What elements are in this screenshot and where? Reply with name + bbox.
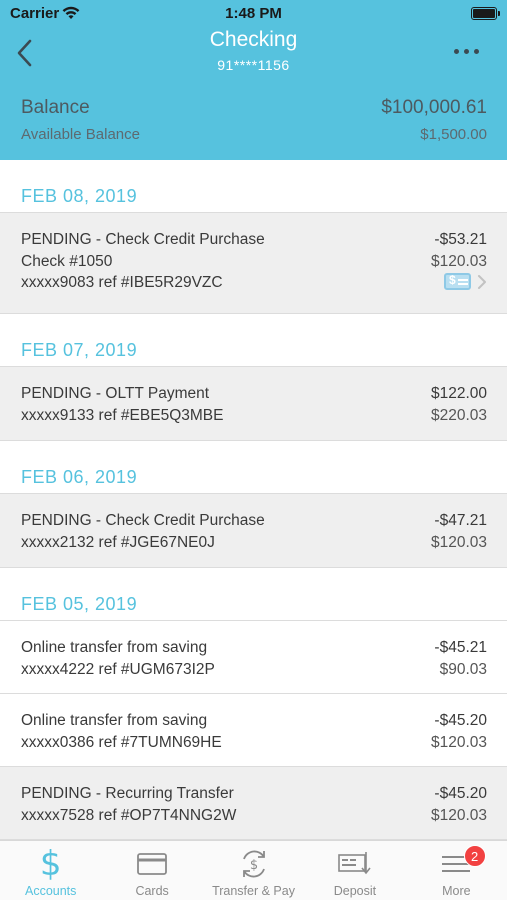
transfer-icon: $ (237, 847, 271, 881)
battery-icon (471, 7, 500, 20)
transaction-row[interactable]: PENDING - Check Credit Purchase -$53.21 … (0, 213, 507, 314)
transaction-amount: -$45.20 (434, 712, 487, 729)
running-balance: $120.03 (430, 806, 487, 824)
clock: 1:48 PM (225, 5, 282, 22)
transaction-reference: xxxxx4222 ref #UGM673I2P (21, 660, 215, 678)
tab-accounts[interactable]: $ Accounts (0, 841, 101, 900)
running-balance: $90.03 (439, 660, 487, 678)
status-bar: Carrier 1:48 PM (0, 0, 507, 28)
tab-cards[interactable]: Cards (101, 841, 202, 900)
tab-label: Transfer & Pay (212, 884, 295, 898)
transaction-description: PENDING - Check Credit Purchase (21, 231, 265, 248)
tab-more[interactable]: 2 More (406, 841, 507, 900)
transaction-reference: xxxxx9083 ref #IBE5R29VZC (21, 274, 223, 291)
tab-label: More (442, 884, 471, 898)
dot-icon (473, 48, 479, 54)
svg-text:$: $ (249, 858, 257, 873)
available-balance-label: Available Balance (21, 126, 140, 143)
transaction-reference: xxxxx0386 ref #7TUMN69HE (21, 733, 222, 751)
dollar-icon: $ (39, 844, 62, 884)
account-number: 91****1156 (217, 57, 290, 73)
running-balance: $120.03 (430, 533, 487, 551)
transaction-row[interactable]: PENDING - Recurring Transfer -$45.20 xxx… (0, 767, 507, 840)
page-title: Checking (209, 28, 298, 51)
tab-transfer-pay[interactable]: $ Transfer & Pay (203, 841, 304, 900)
check-image-icon[interactable] (444, 273, 471, 290)
transaction-list[interactable]: FEB 08, 2019 PENDING - Check Credit Purc… (0, 160, 507, 840)
transaction-amount: -$45.21 (434, 639, 487, 656)
dot-icon (453, 48, 459, 54)
transaction-reference: xxxxx9133 ref #EBE5Q3MBE (21, 406, 224, 424)
running-balance: $120.03 (430, 252, 487, 270)
date-header: FEB 06, 2019 (0, 441, 507, 494)
notification-badge: 2 (463, 845, 486, 867)
transaction-reference: xxxxx7528 ref #OP7T4NNG2W (21, 806, 237, 824)
transaction-description: PENDING - Recurring Transfer (21, 785, 234, 802)
transaction-row[interactable]: PENDING - Check Credit Purchase -$47.21 … (0, 494, 507, 568)
transaction-amount: -$53.21 (434, 231, 487, 248)
transaction-row[interactable]: Online transfer from saving -$45.21 xxxx… (0, 621, 507, 694)
transaction-reference: xxxxx2132 ref #JGE67NE0J (21, 533, 215, 551)
transaction-amount: -$47.21 (434, 512, 487, 529)
running-balance: $220.03 (430, 406, 487, 424)
transaction-amount: -$45.20 (434, 785, 487, 802)
deposit-check-icon (338, 847, 372, 881)
date-header: FEB 07, 2019 (0, 314, 507, 367)
balance-label: Balance (21, 97, 90, 118)
chevron-right-icon (478, 274, 486, 289)
transaction-description: Online transfer from saving (21, 639, 208, 656)
balance-value: $100,000.61 (381, 97, 487, 118)
transaction-description: PENDING - Check Credit Purchase (21, 512, 265, 529)
transaction-row[interactable]: Online transfer from saving -$45.20 xxxx… (0, 694, 507, 767)
tab-label: Deposit (333, 884, 377, 898)
dot-icon (463, 48, 469, 54)
available-balance-value: $1,500.00 (420, 126, 487, 143)
credit-card-icon (137, 847, 168, 881)
tab-deposit[interactable]: Deposit (304, 841, 405, 900)
tab-bar: $ Accounts Cards $ Transfer & Pay Deposi… (0, 840, 507, 900)
tab-label: Accounts (24, 884, 77, 898)
running-balance: $120.03 (430, 733, 487, 751)
check-number: Check #1050 (21, 252, 113, 270)
transaction-description: Online transfer from saving (21, 712, 208, 729)
date-header: FEB 08, 2019 (0, 160, 507, 213)
transaction-description: PENDING - OLTT Payment (21, 385, 210, 402)
transaction-amount: $122.00 (430, 385, 487, 402)
transaction-row[interactable]: PENDING - OLTT Payment $122.00 xxxxx9133… (0, 367, 507, 441)
more-options-button[interactable] (451, 44, 481, 58)
tab-label: Cards (135, 884, 169, 898)
date-header: FEB 05, 2019 (0, 568, 507, 621)
account-header: Carrier 1:48 PM Checking 91****1156 Bala… (0, 0, 507, 160)
